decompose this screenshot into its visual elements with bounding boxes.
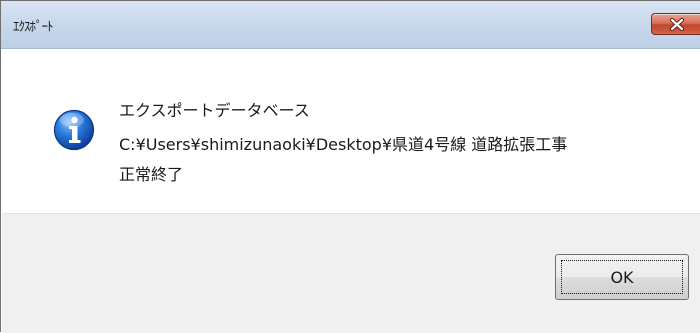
ok-button-label: OK	[610, 268, 634, 287]
message-title: エクスポートデータベース	[119, 101, 310, 120]
title-bar[interactable]: ｴｸｽﾎﾟｰﾄ	[1, 1, 700, 49]
message-path: C:¥Users¥shimizunaoki¥Desktop¥県道4号線 道路拡張…	[119, 135, 568, 154]
info-icon	[53, 109, 95, 151]
message-dialog: ｴｸｽﾎﾟｰﾄ エクスポートデータベース C:¥Users¥shimizunao…	[0, 0, 700, 333]
message-area	[2, 49, 700, 213]
close-button[interactable]	[651, 13, 700, 35]
message-status: 正常終了	[119, 165, 184, 184]
ok-button[interactable]: OK	[555, 254, 689, 300]
window-title: ｴｸｽﾎﾟｰﾄ	[13, 20, 53, 35]
close-icon	[669, 18, 685, 31]
